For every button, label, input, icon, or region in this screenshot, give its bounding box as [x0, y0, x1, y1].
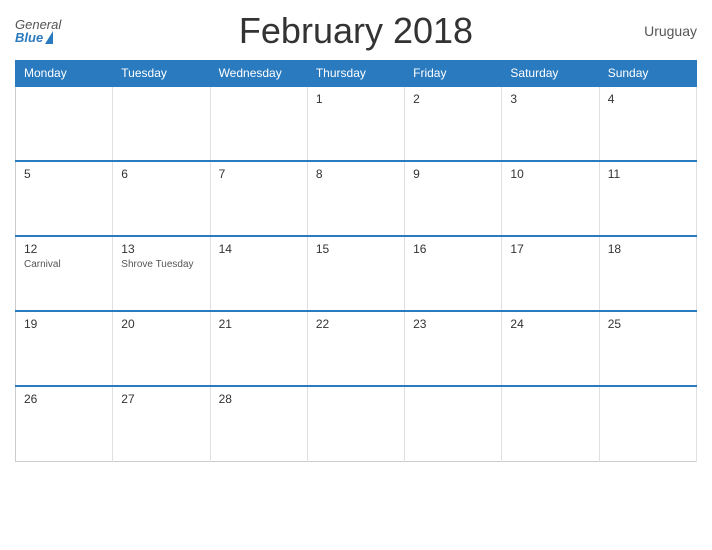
logo-blue-text: Blue [15, 31, 43, 44]
day-number: 3 [510, 92, 590, 106]
calendar-day-cell: 4 [599, 86, 696, 161]
calendar-day-cell: 16 [405, 236, 502, 311]
day-number: 25 [608, 317, 688, 331]
col-monday: Monday [16, 61, 113, 87]
calendar-day-cell: 25 [599, 311, 696, 386]
calendar-body: 123456789101112Carnival13Shrove Tuesday1… [16, 86, 697, 461]
day-number: 26 [24, 392, 104, 406]
col-sunday: Sunday [599, 61, 696, 87]
calendar-day-cell: 27 [113, 386, 210, 461]
day-number: 5 [24, 167, 104, 181]
logo: General Blue [15, 18, 61, 44]
calendar-week-row: 19 20 21 22 23 24 25 [16, 311, 697, 386]
weekday-header-row: Monday Tuesday Wednesday Thursday Friday… [16, 61, 697, 87]
calendar-day-cell: 18 [599, 236, 696, 311]
calendar-day-cell: 1 [307, 86, 404, 161]
calendar-day-cell: 7 [210, 161, 307, 236]
logo-triangle-icon [45, 31, 53, 44]
col-tuesday: Tuesday [113, 61, 210, 87]
day-event: Shrove Tuesday [121, 259, 201, 270]
day-number: 23 [413, 317, 493, 331]
col-saturday: Saturday [502, 61, 599, 87]
logo-row: Blue [15, 31, 53, 44]
calendar-day-cell: 26 [16, 386, 113, 461]
day-number: 14 [219, 242, 299, 256]
calendar-day-cell: 24 [502, 311, 599, 386]
day-number: 15 [316, 242, 396, 256]
day-number: 17 [510, 242, 590, 256]
calendar-day-cell [599, 386, 696, 461]
calendar-container: General Blue February 2018 Uruguay Monda… [0, 0, 712, 550]
calendar-day-cell: 21 [210, 311, 307, 386]
calendar-day-cell: 8 [307, 161, 404, 236]
calendar-week-row: 12 Carnival 13 Shrove Tuesday 14 15 16 17 18 [16, 236, 697, 311]
day-number: 11 [608, 167, 688, 181]
calendar-day-cell [210, 86, 307, 161]
calendar-day-cell: 11 [599, 161, 696, 236]
calendar-day-cell: 3 [502, 86, 599, 161]
calendar-day-cell: 9 [405, 161, 502, 236]
day-number: 2 [413, 92, 493, 106]
calendar-week-row: 26 27 28 [16, 386, 697, 461]
day-number: 16 [413, 242, 493, 256]
day-number: 27 [121, 392, 201, 406]
calendar-day-cell: 22 [307, 311, 404, 386]
calendar-day-cell: 5 [16, 161, 113, 236]
day-number: 19 [24, 317, 104, 331]
day-number: 18 [608, 242, 688, 256]
calendar-day-cell: 13 Shrove Tuesday [113, 236, 210, 311]
calendar-thead: Monday Tuesday Wednesday Thursday Friday… [16, 61, 697, 87]
calendar-day-cell: 6 [113, 161, 210, 236]
calendar-day-cell [405, 386, 502, 461]
calendar-day-cell [307, 386, 404, 461]
calendar-day-cell: 20 [113, 311, 210, 386]
col-wednesday: Wednesday [210, 61, 307, 87]
day-number: 28 [219, 392, 299, 406]
calendar-day-cell: 14 [210, 236, 307, 311]
calendar-day-cell [113, 86, 210, 161]
calendar-week-row: 5 6 7 8 9 10 11 [16, 161, 697, 236]
day-number: 7 [219, 167, 299, 181]
day-number: 6 [121, 167, 201, 181]
day-number: 24 [510, 317, 590, 331]
day-number: 10 [510, 167, 590, 181]
day-number: 12 [24, 242, 104, 256]
calendar-week-row: 1 2 3 4 [16, 86, 697, 161]
day-number: 4 [608, 92, 688, 106]
day-event: Carnival [24, 259, 104, 270]
day-number: 8 [316, 167, 396, 181]
col-thursday: Thursday [307, 61, 404, 87]
calendar-day-cell: 28 [210, 386, 307, 461]
calendar-day-cell: 10 [502, 161, 599, 236]
day-number: 20 [121, 317, 201, 331]
calendar-day-cell: 15 [307, 236, 404, 311]
day-number: 22 [316, 317, 396, 331]
day-number: 1 [316, 92, 396, 106]
calendar-grid: Monday Tuesday Wednesday Thursday Friday… [15, 60, 697, 462]
calendar-day-cell: 12 Carnival [16, 236, 113, 311]
calendar-day-cell: 19 [16, 311, 113, 386]
day-number: 21 [219, 317, 299, 331]
calendar-day-cell [16, 86, 113, 161]
day-number: 9 [413, 167, 493, 181]
country-label: Uruguay [644, 23, 697, 39]
col-friday: Friday [405, 61, 502, 87]
calendar-day-cell: 2 [405, 86, 502, 161]
calendar-day-cell: 17 [502, 236, 599, 311]
day-number: 13 [121, 242, 201, 256]
calendar-day-cell: 23 [405, 311, 502, 386]
calendar-day-cell [502, 386, 599, 461]
calendar-header: General Blue February 2018 Uruguay [15, 10, 697, 52]
month-title: February 2018 [239, 10, 473, 52]
